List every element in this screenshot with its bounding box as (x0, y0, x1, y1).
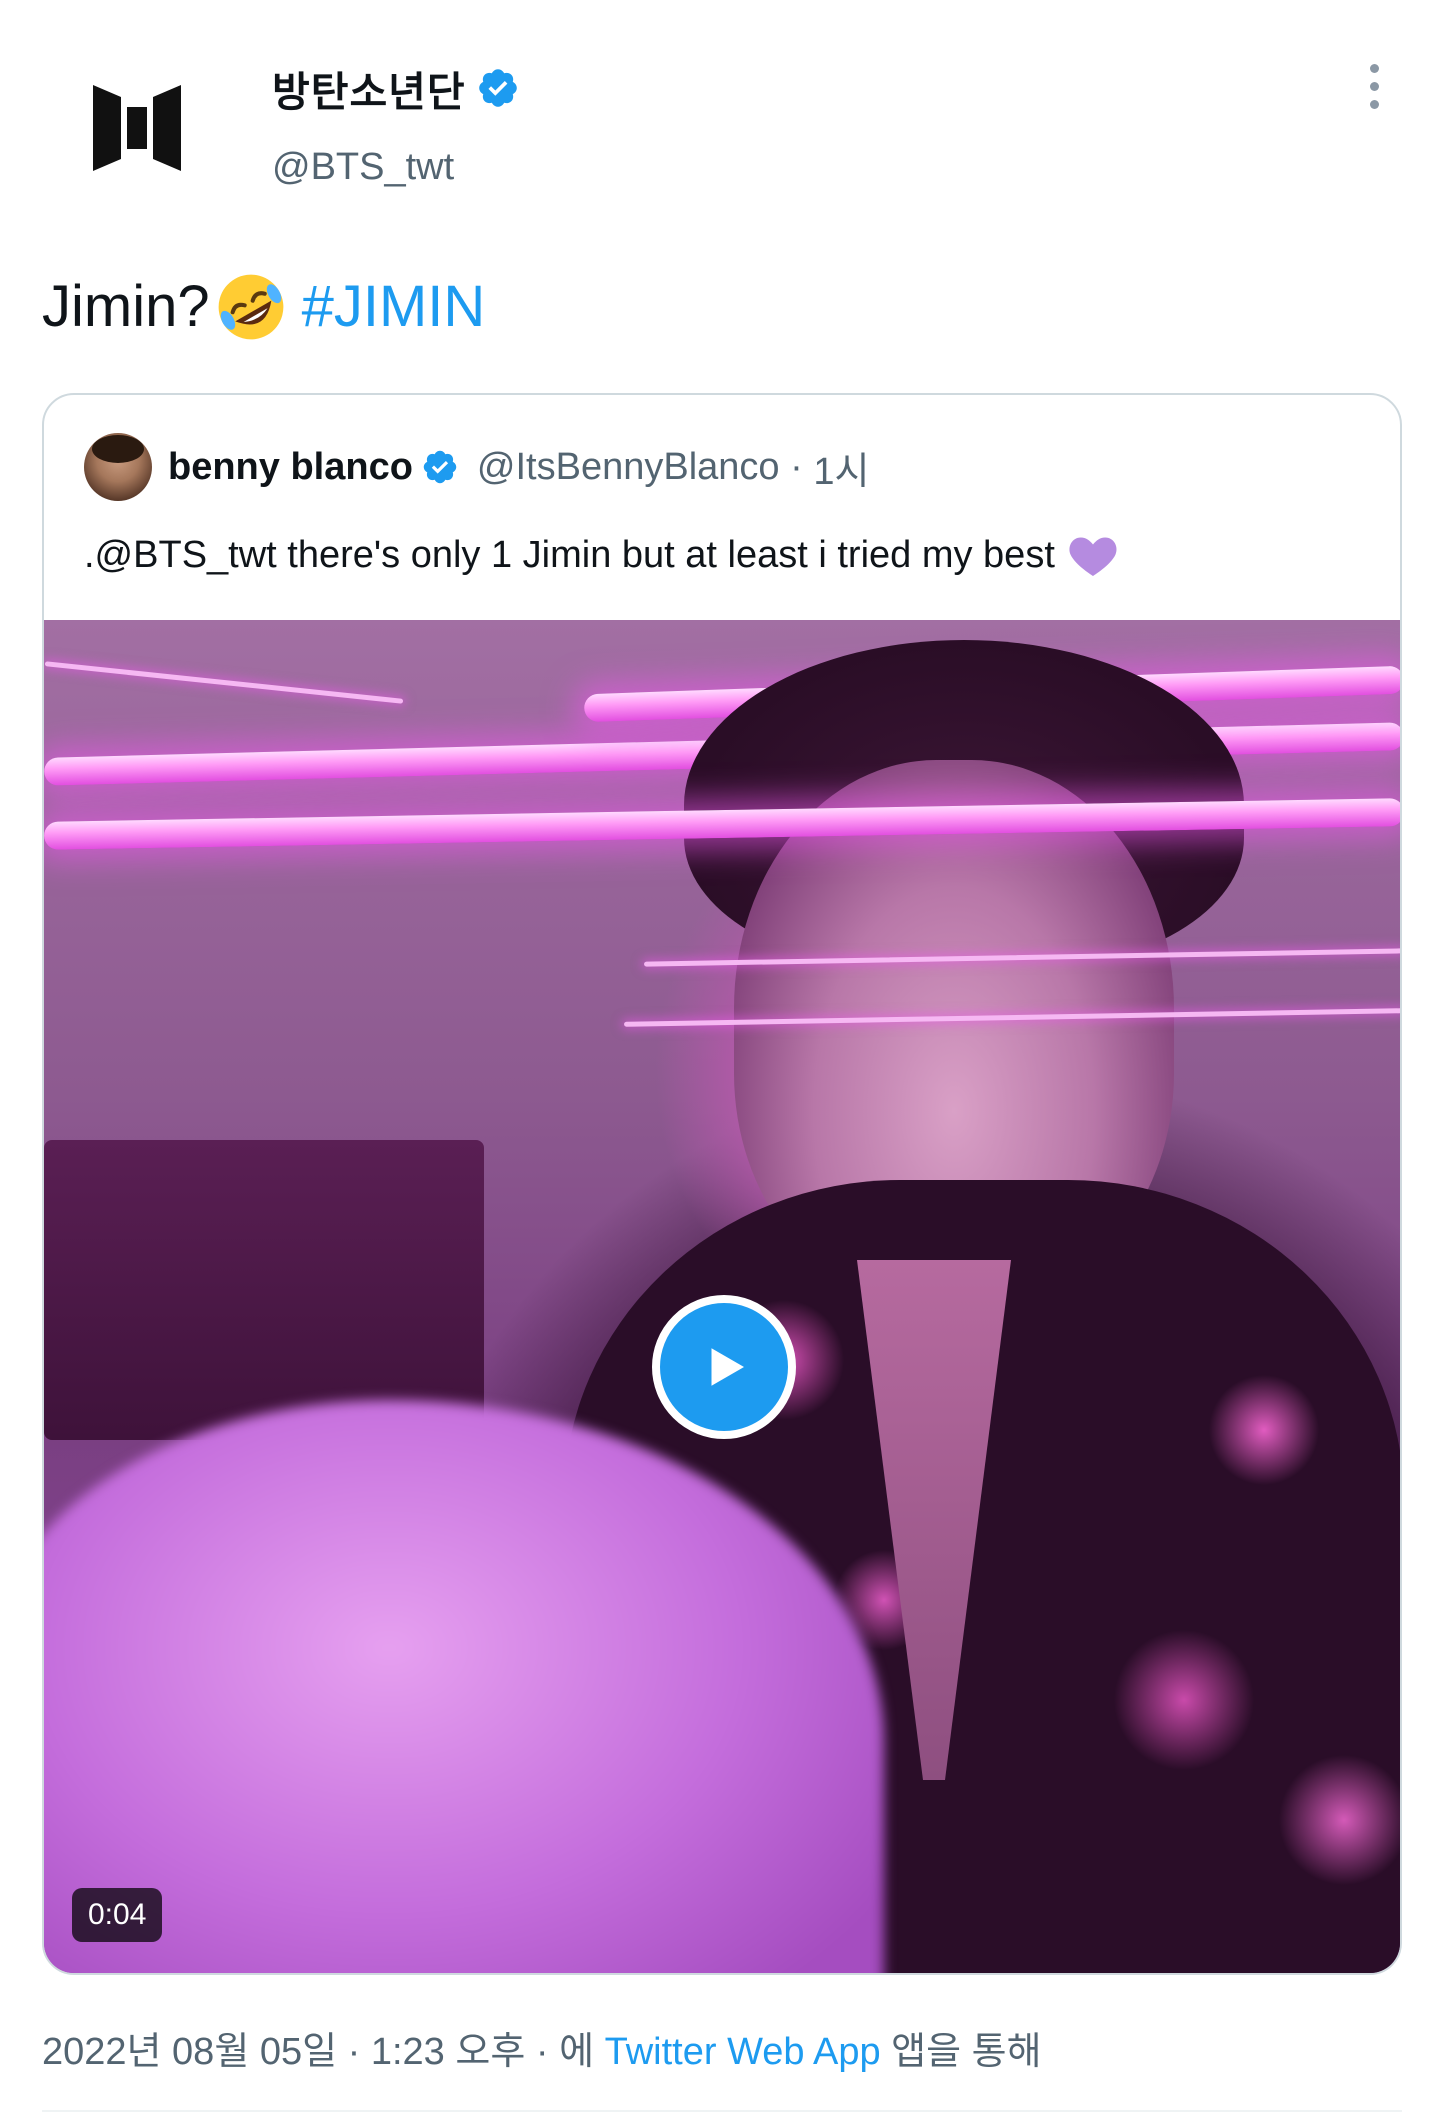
play-icon (711, 1348, 744, 1386)
tweet-text: Jimin? #JIMIN (42, 270, 485, 344)
meta-separator: · (525, 2031, 560, 2073)
quoted-tweet-text: .@BTS_twt there's only 1 Jimin but at le… (84, 527, 1121, 583)
hashtag-link[interactable]: #JIMIN (302, 270, 486, 344)
more-dot-icon (1369, 99, 1379, 109)
divider (42, 2110, 1402, 2112)
verified-badge-icon (423, 450, 457, 484)
source-prefix: 에 (559, 2031, 605, 2073)
tweet-text-body: Jimin? (42, 274, 210, 339)
quoted-tweet-time[interactable]: 1시 (813, 440, 869, 495)
quoted-author-handle[interactable]: @ItsBennyBlanco (477, 446, 780, 489)
verified-badge-icon (478, 69, 517, 107)
meta-separator: · (337, 2031, 371, 2073)
author-handle[interactable]: @BTS_twt (272, 146, 454, 189)
video-player[interactable]: 0:04 (44, 620, 1400, 1973)
quoted-author-name[interactable]: benny blanco (168, 446, 413, 489)
source-app-link[interactable]: Twitter Web App (605, 2031, 881, 2073)
bts-logo-icon (93, 85, 181, 171)
neon-light-decoration (44, 661, 404, 704)
purple-heart-icon (1069, 537, 1117, 576)
author-display-name[interactable]: 방탄소년단 (272, 58, 520, 118)
tweet-date[interactable]: 2022년 08월 05일 (42, 2031, 337, 2073)
more-options-button[interactable] (1354, 56, 1394, 116)
tweet-meta: 2022년 08월 05일 · 1:23 오후 · 에 Twitter Web … (42, 2020, 1042, 2075)
meta-separator: · (780, 446, 814, 489)
quoted-tweet-text-body: .@BTS_twt there's only 1 Jimin but at le… (84, 534, 1055, 576)
video-scene-box (44, 1140, 484, 1440)
quoted-tweet-header: benny blanco @ItsBennyBlanco · 1시 (84, 433, 869, 501)
rolling-laughing-emoji-icon (218, 274, 283, 340)
video-duration-badge: 0:04 (72, 1888, 163, 1942)
author-name-text: 방탄소년단 (272, 69, 466, 115)
more-dot-icon (1369, 81, 1379, 91)
quoted-tweet-card[interactable]: benny blanco @ItsBennyBlanco · 1시 .@BTS_… (42, 393, 1402, 1975)
source-suffix: 앱을 통해 (880, 2031, 1042, 2073)
tweet-detail: 방탄소년단 @BTS_twt Jimin? #JIMIN benny blanc… (0, 0, 1440, 2122)
more-dot-icon (1369, 63, 1379, 73)
quoted-author-avatar[interactable] (84, 433, 152, 501)
bts-logo-avatar[interactable] (62, 50, 212, 200)
play-button[interactable] (652, 1295, 796, 1439)
tweet-time[interactable]: 1:23 오후 (371, 2031, 525, 2073)
separator-dot: · (790, 445, 803, 488)
